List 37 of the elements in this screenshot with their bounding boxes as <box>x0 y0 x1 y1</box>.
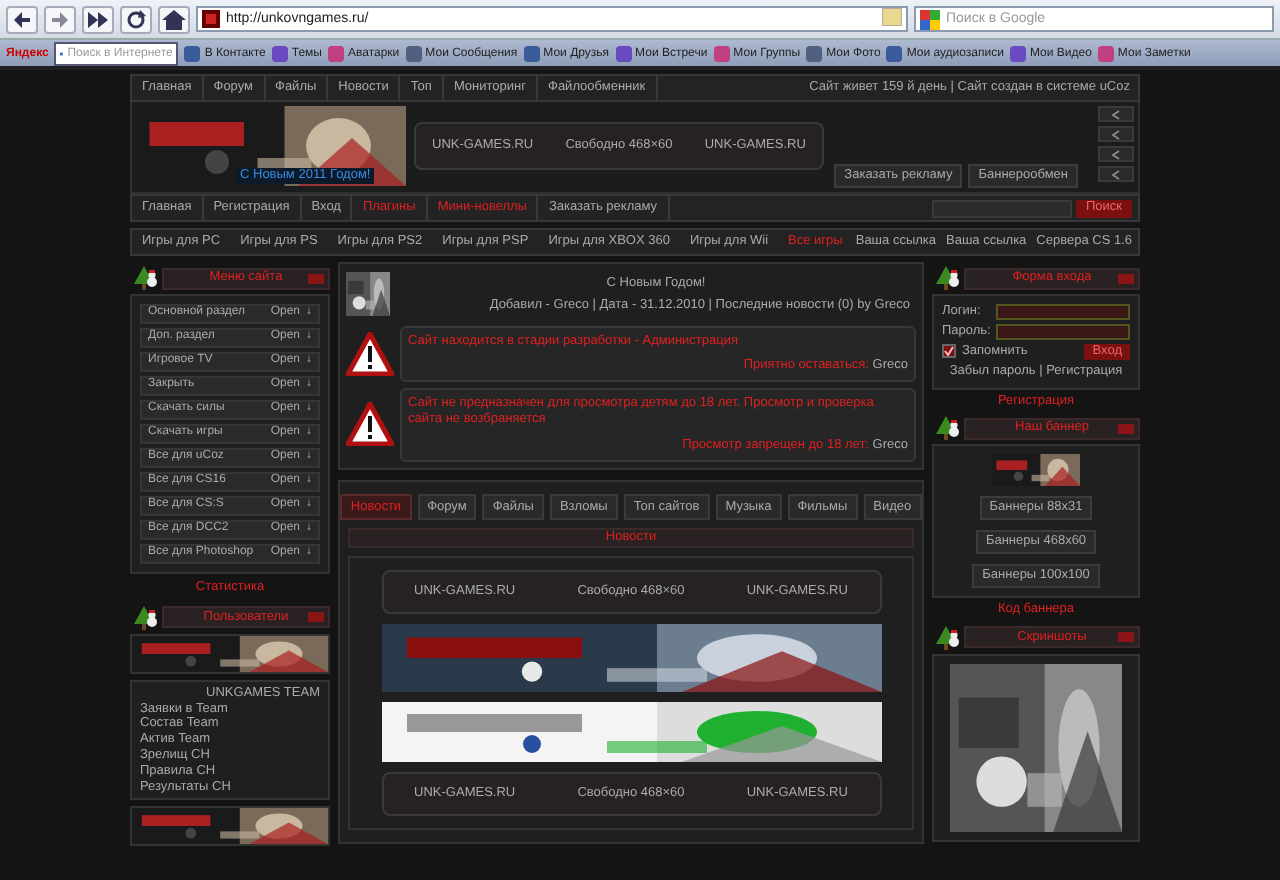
side-tab-button[interactable] <box>1098 146 1134 162</box>
warning-icon <box>346 402 394 447</box>
christmas-tree-icon <box>130 603 158 632</box>
password-field[interactable] <box>996 324 1130 340</box>
christmas-tree-icon <box>932 414 960 443</box>
home-button[interactable] <box>158 5 190 33</box>
google-icon <box>920 9 940 29</box>
christmas-tree-icon <box>932 623 960 652</box>
side-tab-button[interactable] <box>1098 126 1134 142</box>
home-icon <box>162 9 186 29</box>
reload-icon <box>124 9 148 29</box>
bookmark-icon <box>615 45 632 61</box>
warning-icon <box>346 331 394 376</box>
bookmark-icon <box>328 45 344 61</box>
back-icon <box>10 9 34 29</box>
bookmark-icon <box>405 45 422 61</box>
back-button[interactable] <box>6 5 38 33</box>
bookmark-icon <box>523 45 540 61</box>
bookmark-icon <box>1009 45 1026 61</box>
login-field[interactable] <box>996 304 1130 320</box>
bookmark-icon <box>184 45 201 61</box>
reload-button[interactable] <box>120 5 152 33</box>
christmas-tree-icon <box>130 264 158 292</box>
fast-forward-icon <box>86 9 110 29</box>
bookmark-icon <box>1097 45 1114 61</box>
checkbox[interactable] <box>942 344 956 359</box>
site-favicon-icon <box>202 10 220 28</box>
forward-icon <box>48 9 72 29</box>
bookmark-icon <box>271 45 288 61</box>
side-tab-button[interactable] <box>1098 106 1134 122</box>
bookmark-icon <box>713 45 730 61</box>
christmas-tree-icon <box>932 264 960 292</box>
fast-forward-button[interactable] <box>82 5 114 33</box>
bookmark-icon <box>806 45 823 61</box>
checkmark-icon <box>944 346 954 357</box>
side-tab-button[interactable] <box>1098 166 1134 182</box>
bookmark-icon <box>886 45 903 61</box>
